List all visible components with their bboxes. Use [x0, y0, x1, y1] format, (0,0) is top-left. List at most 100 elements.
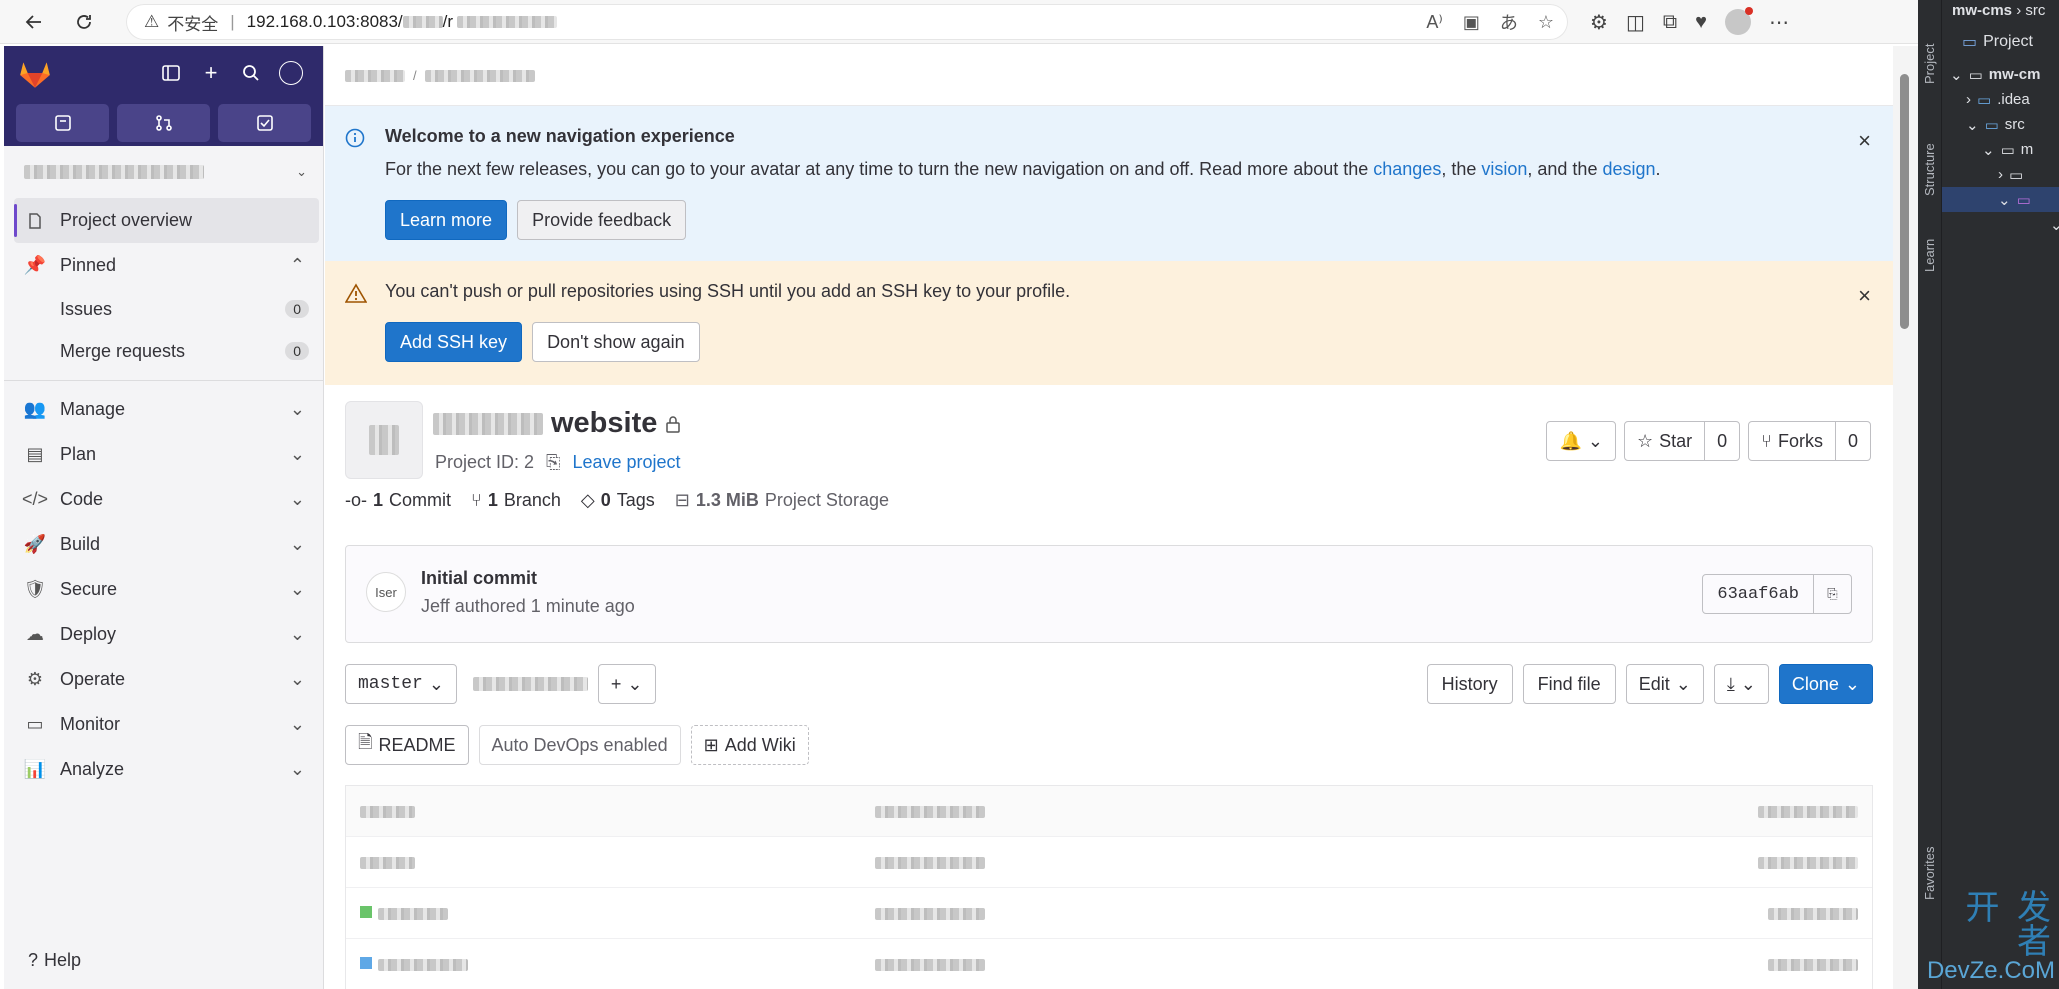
tree-node[interactable]: › ▭ — [1950, 162, 2059, 187]
star-button[interactable]: ☆ Star 0 — [1624, 421, 1741, 461]
branch-selector[interactable]: master ⌄ — [345, 664, 457, 704]
search-icon[interactable] — [231, 53, 271, 93]
table-header — [346, 786, 1872, 837]
branches-stat[interactable]: ⑂ 1 Branch — [471, 490, 561, 511]
todos-tile-icon[interactable] — [218, 104, 311, 142]
ide-crumb-root[interactable]: mw-cms — [1952, 2, 2012, 19]
tags-stat[interactable]: ◇ 0 Tags — [581, 490, 655, 511]
avatar[interactable]: Iser — [366, 572, 406, 612]
sidebar-item-merge-requests[interactable]: Merge requests 0 — [4, 330, 323, 372]
sidebar-item-label: Deploy — [60, 624, 117, 644]
forks-button[interactable]: ⑂ Forks 0 — [1748, 421, 1871, 461]
ide-strip-structure[interactable]: Structure — [1922, 143, 1937, 196]
warning-icon: ⚠ — [144, 12, 160, 31]
history-button[interactable]: History — [1426, 664, 1513, 704]
ide-strip-project[interactable]: Project — [1922, 44, 1937, 84]
user-avatar[interactable] — [271, 53, 311, 93]
sidebar-item-code[interactable]: </> Code ⌄ — [4, 477, 323, 522]
profile-avatar[interactable] — [1725, 7, 1753, 35]
address-bar[interactable]: ⚠ 不安全 | 192.168.0.103:8083/ /r A⁾ ▣ あ ☆ — [126, 4, 1568, 40]
tree-node[interactable]: ⌄ ▭ mw-cm — [1950, 62, 2059, 87]
commit-sha: 63aaf6ab ⎘ — [1702, 574, 1852, 614]
collections-icon[interactable]: ⧉ — [1663, 11, 1677, 34]
auto-devops-button[interactable]: Auto DevOps enabled — [478, 725, 681, 765]
breadcrumb-redacted[interactable] — [424, 69, 535, 82]
sidebar-item-issues[interactable]: Issues 0 — [4, 288, 323, 330]
tree-node-selected[interactable]: ⌄ ▭ — [1942, 187, 2059, 212]
split-screen-icon[interactable]: ◫ — [1626, 10, 1645, 35]
commits-stat[interactable]: -o- 1 Commit — [345, 490, 451, 511]
close-icon[interactable]: × — [1858, 283, 1871, 309]
thumbtack-icon: 📌 — [23, 255, 47, 275]
ide-crumb-src[interactable]: src — [2025, 2, 2045, 19]
gitlab-logo-icon[interactable] — [16, 54, 54, 92]
create-new-icon[interactable]: + — [191, 53, 231, 93]
performance-icon[interactable]: ♥ — [1695, 11, 1707, 34]
ide-project-tab[interactable]: ▭ Project — [1962, 32, 2033, 52]
table-row[interactable] — [346, 888, 1872, 939]
read-aloud-icon[interactable]: A⁾ — [1426, 12, 1442, 33]
commit-meta: Jeff authored 1 minute ago — [421, 596, 635, 616]
vision-link[interactable]: vision — [1481, 159, 1527, 179]
edit-dropdown[interactable]: Edit ⌄ — [1625, 664, 1704, 704]
download-dropdown[interactable]: ⤓ ⌄ — [1713, 664, 1769, 704]
chevron-right-icon: › — [1998, 166, 2003, 183]
back-icon[interactable] — [14, 2, 54, 42]
sidebar-item-plan[interactable]: ▤ Plan ⌄ — [4, 432, 323, 477]
add-wiki-button[interactable]: ⊞ Add Wiki — [690, 725, 809, 765]
forks-count[interactable]: 0 — [1834, 422, 1870, 460]
merge-requests-tile-icon[interactable] — [117, 104, 210, 142]
reload-icon[interactable] — [64, 2, 104, 42]
project-switcher[interactable]: ⌄ — [4, 146, 323, 198]
translate-icon[interactable]: あ — [1500, 9, 1518, 35]
folder-icon: ▭ — [1977, 91, 1992, 109]
storage-stat[interactable]: ⊟ 1.3 MiB Project Storage — [675, 490, 889, 511]
tree-node[interactable]: ⌄ ▭ m — [1950, 137, 2059, 162]
tree-node[interactable]: ⌄ — [1950, 212, 2059, 237]
favorite-star-icon[interactable]: ☆ — [1538, 12, 1554, 33]
extensions-icon[interactable]: ⚙ — [1590, 10, 1608, 35]
scrollbar-thumb[interactable] — [1900, 74, 1909, 329]
commit-title[interactable]: Initial commit — [421, 568, 537, 589]
sidebar-item-monitor[interactable]: ▭ Monitor ⌄ — [4, 702, 323, 747]
breadcrumb-redacted[interactable] — [345, 69, 405, 82]
add-ssh-key-button[interactable]: Add SSH key — [385, 322, 523, 362]
sidebar-item-operate[interactable]: ⚙ Operate ⌄ — [4, 657, 323, 702]
add-dropdown[interactable]: + ⌄ — [597, 664, 656, 704]
table-row[interactable] — [346, 837, 1872, 888]
leave-project-link[interactable]: Leave project — [572, 452, 680, 473]
toggle-sidebar-icon[interactable] — [151, 53, 191, 93]
more-menu-icon[interactable]: ⋯ — [1769, 10, 1789, 35]
page-title: website — [433, 407, 681, 440]
sidebar-section-pinned[interactable]: 📌 Pinned ⌃ — [4, 243, 323, 288]
sidebar-item-secure[interactable]: 🛡 Secure ⌄ — [4, 567, 323, 612]
provide-feedback-button[interactable]: Provide feedback — [517, 200, 687, 240]
sidebar-item-project-overview[interactable]: Project overview — [14, 198, 319, 243]
tree-node[interactable]: › ▭ .idea — [1950, 87, 2059, 112]
sidebar-item-deploy[interactable]: ☁ Deploy ⌄ — [4, 612, 323, 657]
learn-more-button[interactable]: Learn more — [385, 200, 508, 240]
sidebar-item-build[interactable]: 🚀 Build ⌄ — [4, 522, 323, 567]
reader-view-icon[interactable]: ▣ — [1463, 12, 1480, 33]
changes-link[interactable]: changes — [1373, 159, 1441, 179]
notifications-dropdown[interactable]: 🔔 ⌄ — [1546, 421, 1616, 461]
help-link[interactable]: ? Help — [28, 950, 81, 971]
tree-node[interactable]: ⌄ ▭ src — [1950, 112, 2059, 137]
close-icon[interactable]: × — [1858, 128, 1871, 154]
dont-show-again-button[interactable]: Don't show again — [532, 322, 700, 362]
star-count[interactable]: 0 — [1704, 422, 1739, 460]
sidebar-item-analyze[interactable]: 📊 Analyze ⌄ — [4, 747, 323, 792]
sidebar-item-manage[interactable]: 👥 Manage ⌄ — [4, 387, 323, 432]
path-redacted[interactable] — [472, 677, 588, 691]
ide-strip-learn[interactable]: Learn — [1922, 239, 1937, 272]
commit-sha-text[interactable]: 63aaf6ab — [1703, 575, 1813, 613]
clone-dropdown[interactable]: Clone ⌄ — [1778, 664, 1873, 704]
table-row[interactable] — [346, 939, 1872, 989]
issues-tile-icon[interactable] — [16, 104, 109, 142]
page-scrollbar[interactable] — [1893, 46, 1918, 989]
readme-button[interactable]: 🗎 README — [345, 725, 469, 765]
copy-icon[interactable]: ⎘ — [546, 452, 560, 473]
copy-icon[interactable]: ⎘ — [1813, 575, 1851, 613]
design-link[interactable]: design — [1602, 159, 1655, 179]
find-file-button[interactable]: Find file — [1522, 664, 1616, 704]
